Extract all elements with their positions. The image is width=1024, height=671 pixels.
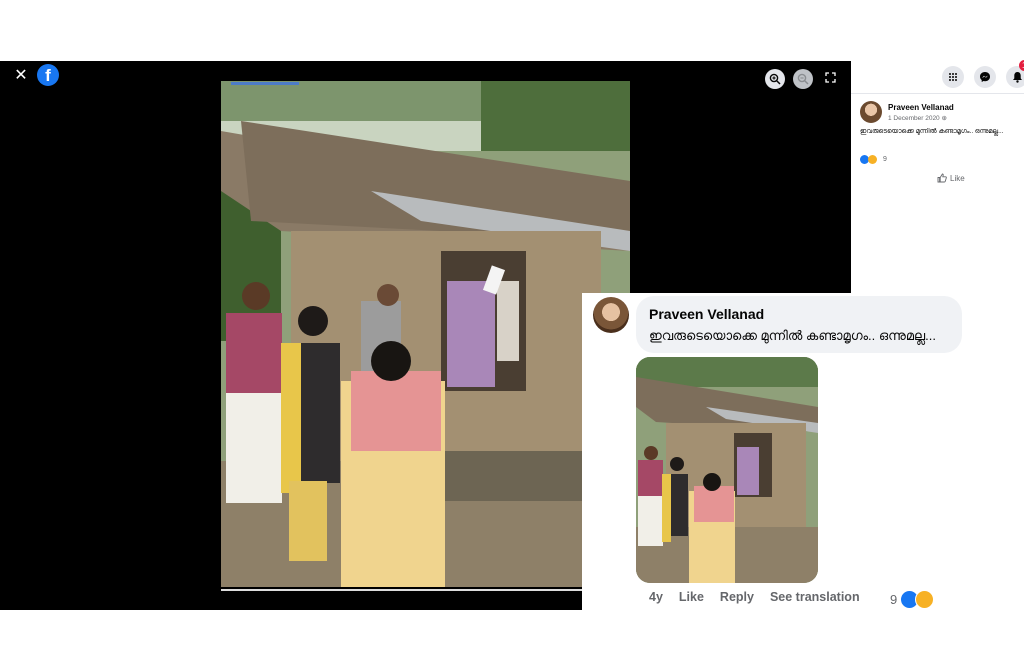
comment-photo-illustration	[636, 357, 818, 583]
comment-text: ഇവരുടെയൊക്കെ മുന്നിൽ കണ്ടാമൃഗം.. ഒന്നുമല…	[649, 328, 936, 343]
avatar[interactable]	[860, 101, 882, 123]
notifications-button[interactable]: 19	[1006, 60, 1024, 88]
post-reactions[interactable]: 9	[860, 155, 887, 164]
sidebar-divider	[851, 93, 1024, 94]
like-label: Like	[950, 173, 965, 183]
notification-badge: 19	[1019, 60, 1024, 71]
comment-reaction-count: 9	[890, 592, 898, 607]
comment-reply-button[interactable]: Reply	[720, 590, 754, 604]
bell-icon	[1012, 72, 1022, 83]
reaction-count: 9	[883, 156, 887, 163]
thumbs-up-icon	[937, 173, 947, 183]
close-icon[interactable]: ✕	[12, 67, 30, 85]
globe-icon: ⊕	[941, 114, 947, 122]
comment-like-button[interactable]: Like	[679, 590, 704, 604]
facebook-logo[interactable]: f	[37, 64, 59, 86]
zoom-out-icon[interactable]	[793, 69, 813, 89]
post-author[interactable]: Praveen Vellanad	[888, 103, 954, 112]
post-header: Praveen Vellanad 1 December 2020 ⊕	[860, 101, 954, 123]
comment-age[interactable]: 4y	[649, 590, 663, 604]
fullscreen-icon[interactable]	[821, 70, 839, 88]
messenger-icon[interactable]	[974, 66, 996, 88]
zoom-in-icon[interactable]	[765, 69, 785, 89]
see-translation-link[interactable]: See translation	[770, 590, 860, 604]
post-date[interactable]: 1 December 2020 ⊕	[888, 114, 954, 122]
comment-card: Praveen Vellanad ഇവരുടെയൊക്കെ മുന്നിൽ കണ…	[582, 293, 1024, 610]
hut-photo-illustration	[221, 81, 630, 587]
haha-reaction-icon	[868, 155, 877, 164]
post-date-text[interactable]: 1 December 2020	[888, 115, 940, 122]
like-button[interactable]: Like	[937, 173, 965, 183]
post-caption: ഇവരുടെയൊക്കെ മുന്നിൽ കണ്ടാമൃഗം.. ഒന്നുമല…	[860, 128, 1004, 135]
top-navigation: 19	[942, 60, 1024, 88]
comment-photo[interactable]	[636, 357, 818, 583]
comment-bubble: Praveen Vellanad ഇവരുടെയൊക്കെ മുന്നിൽ കണ…	[636, 296, 962, 353]
photo-scrub-track	[221, 589, 630, 591]
comment-author[interactable]: Praveen Vellanad	[649, 306, 764, 322]
menu-grid-icon[interactable]	[942, 66, 964, 88]
comment-reactions[interactable]: 9	[890, 590, 935, 609]
photo-progress-bar	[231, 82, 299, 85]
haha-reaction-icon	[915, 590, 935, 609]
post-photo	[221, 81, 630, 587]
comment-avatar[interactable]	[593, 297, 629, 333]
viewer-toolbar	[765, 69, 839, 89]
comment-actions: 4y Like Reply See translation	[649, 590, 860, 604]
